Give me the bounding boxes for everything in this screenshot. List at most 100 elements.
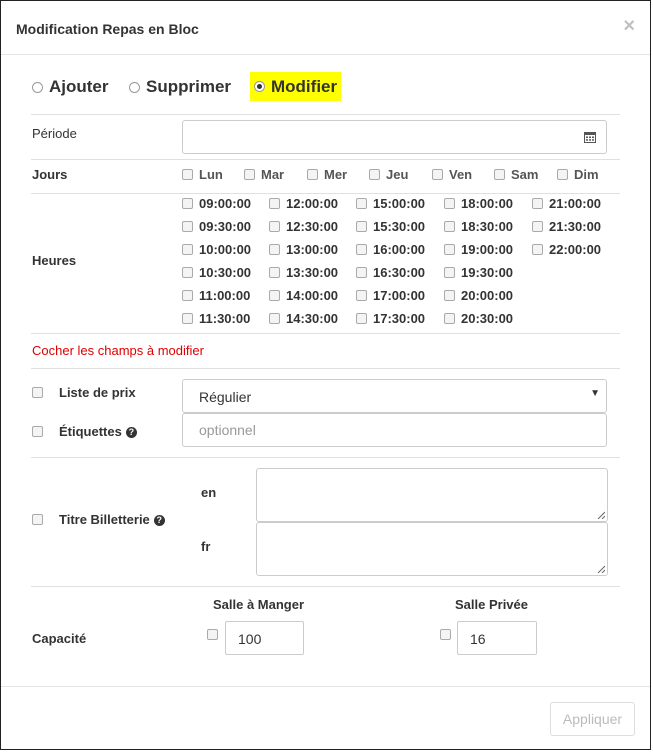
checkbox[interactable] — [356, 290, 367, 301]
hour-option[interactable]: 14:00:00 — [269, 288, 338, 303]
checkbox[interactable] — [432, 169, 443, 180]
hour-option[interactable]: 11:30:00 — [182, 311, 250, 326]
hour-label: 13:00:00 — [286, 242, 339, 257]
salle-manger-input[interactable]: 100 — [225, 621, 304, 655]
checkbox[interactable] — [269, 313, 280, 324]
help-icon[interactable]: ? — [125, 427, 137, 439]
hour-option[interactable]: 20:00:00 — [444, 288, 513, 303]
salle-manger-checkbox[interactable] — [207, 629, 218, 640]
hour-option[interactable]: 17:30:00 — [356, 311, 425, 326]
hour-option[interactable]: 11:00:00 — [182, 288, 250, 303]
checkbox[interactable] — [244, 169, 255, 180]
checkbox[interactable] — [269, 267, 280, 278]
checkbox[interactable] — [444, 313, 455, 324]
checkbox[interactable] — [532, 244, 543, 255]
hour-option[interactable]: 18:00:00 — [444, 196, 513, 211]
day-sam[interactable]: Sam — [494, 167, 538, 182]
hour-label: 09:30:00 — [199, 219, 252, 234]
checkbox[interactable] — [494, 169, 505, 180]
checkbox[interactable] — [269, 290, 280, 301]
radio-circle[interactable] — [129, 81, 140, 93]
day-mar[interactable]: Mar — [244, 167, 284, 182]
hour-option[interactable]: 13:30:00 — [269, 265, 338, 280]
liste-prix-select[interactable]: Régulier ▼ — [182, 379, 607, 413]
resize-grip-icon[interactable] — [597, 565, 605, 573]
day-ven[interactable]: Ven — [432, 167, 472, 182]
hour-label: 12:00:00 — [286, 196, 339, 211]
radio-ajouter[interactable]: Ajouter — [28, 72, 113, 102]
periode-input[interactable] — [182, 120, 607, 154]
hour-option[interactable]: 16:00:00 — [356, 242, 425, 257]
titre-en-textarea[interactable] — [256, 468, 608, 522]
checkbox[interactable] — [356, 221, 367, 232]
day-mer[interactable]: Mer — [307, 167, 347, 182]
salle-privee-checkbox[interactable] — [440, 629, 451, 640]
hour-option[interactable]: 15:00:00 — [356, 196, 425, 211]
titre-fr-textarea[interactable] — [256, 522, 608, 576]
hour-option[interactable]: 20:30:00 — [444, 311, 513, 326]
checkbox[interactable] — [356, 244, 367, 255]
titre-billetterie-checkbox[interactable] — [32, 514, 43, 525]
checkbox[interactable] — [307, 169, 318, 180]
hour-option[interactable]: 13:00:00 — [269, 242, 338, 257]
apply-button[interactable]: Appliquer — [550, 702, 635, 736]
hour-option[interactable]: 22:00:00 — [532, 242, 601, 257]
hour-option[interactable]: 21:30:00 — [532, 219, 601, 234]
checkbox[interactable] — [182, 169, 193, 180]
checkbox[interactable] — [356, 198, 367, 209]
salle-privee-input[interactable]: 16 — [457, 621, 537, 655]
checkbox[interactable] — [369, 169, 380, 180]
jours-label: Jours — [32, 167, 68, 182]
day-jeu[interactable]: Jeu — [369, 167, 408, 182]
checkbox[interactable] — [532, 221, 543, 232]
help-icon[interactable]: ? — [153, 515, 165, 527]
hour-option[interactable]: 10:30:00 — [182, 265, 251, 280]
hour-option[interactable]: 09:00:00 — [182, 196, 251, 211]
bulk-meal-edit-dialog: Modification Repas en Bloc × Ajouter Sup… — [0, 0, 651, 750]
hour-option[interactable]: 10:00:00 — [182, 242, 251, 257]
day-dim[interactable]: Dim — [557, 167, 599, 182]
hour-option[interactable]: 21:00:00 — [532, 196, 601, 211]
checkbox[interactable] — [269, 244, 280, 255]
checkbox[interactable] — [269, 221, 280, 232]
hour-option[interactable]: 12:00:00 — [269, 196, 338, 211]
checkbox[interactable] — [444, 290, 455, 301]
radio-modifier[interactable]: Modifier — [250, 72, 342, 101]
checkbox[interactable] — [444, 244, 455, 255]
checkbox[interactable] — [444, 221, 455, 232]
checkbox[interactable] — [269, 198, 280, 209]
checkbox[interactable] — [356, 313, 367, 324]
periode-label: Période — [32, 126, 77, 141]
radio-label-modifier: Modifier — [271, 76, 338, 96]
checkbox[interactable] — [182, 267, 193, 278]
hour-option[interactable]: 14:30:00 — [269, 311, 338, 326]
radio-supprimer[interactable]: Supprimer — [125, 72, 235, 102]
checkbox[interactable] — [182, 221, 193, 232]
checkbox[interactable] — [182, 290, 193, 301]
etiquettes-input[interactable]: optionnel — [182, 413, 607, 447]
hour-option[interactable]: 19:30:00 — [444, 265, 513, 280]
radio-circle[interactable] — [32, 81, 43, 93]
hour-option[interactable]: 12:30:00 — [269, 219, 338, 234]
checkbox[interactable] — [557, 169, 568, 180]
liste-prix-checkbox[interactable] — [32, 387, 43, 398]
resize-grip-icon[interactable] — [597, 511, 605, 519]
hour-option[interactable]: 15:30:00 — [356, 219, 425, 234]
hour-option[interactable]: 18:30:00 — [444, 219, 513, 234]
checkbox[interactable] — [182, 313, 193, 324]
hour-option[interactable]: 17:00:00 — [356, 288, 425, 303]
checkbox[interactable] — [532, 198, 543, 209]
checkbox[interactable] — [444, 267, 455, 278]
radio-circle-selected[interactable] — [254, 81, 265, 92]
calendar-icon[interactable] — [584, 131, 596, 143]
hour-option[interactable]: 16:30:00 — [356, 265, 425, 280]
checkbox[interactable] — [182, 198, 193, 209]
checkbox[interactable] — [182, 244, 193, 255]
close-icon[interactable]: × — [623, 15, 635, 38]
hour-option[interactable]: 09:30:00 — [182, 219, 251, 234]
day-lun[interactable]: Lun — [182, 167, 223, 182]
hour-option[interactable]: 19:00:00 — [444, 242, 513, 257]
checkbox[interactable] — [356, 267, 367, 278]
checkbox[interactable] — [444, 198, 455, 209]
etiquettes-checkbox[interactable] — [32, 426, 43, 437]
